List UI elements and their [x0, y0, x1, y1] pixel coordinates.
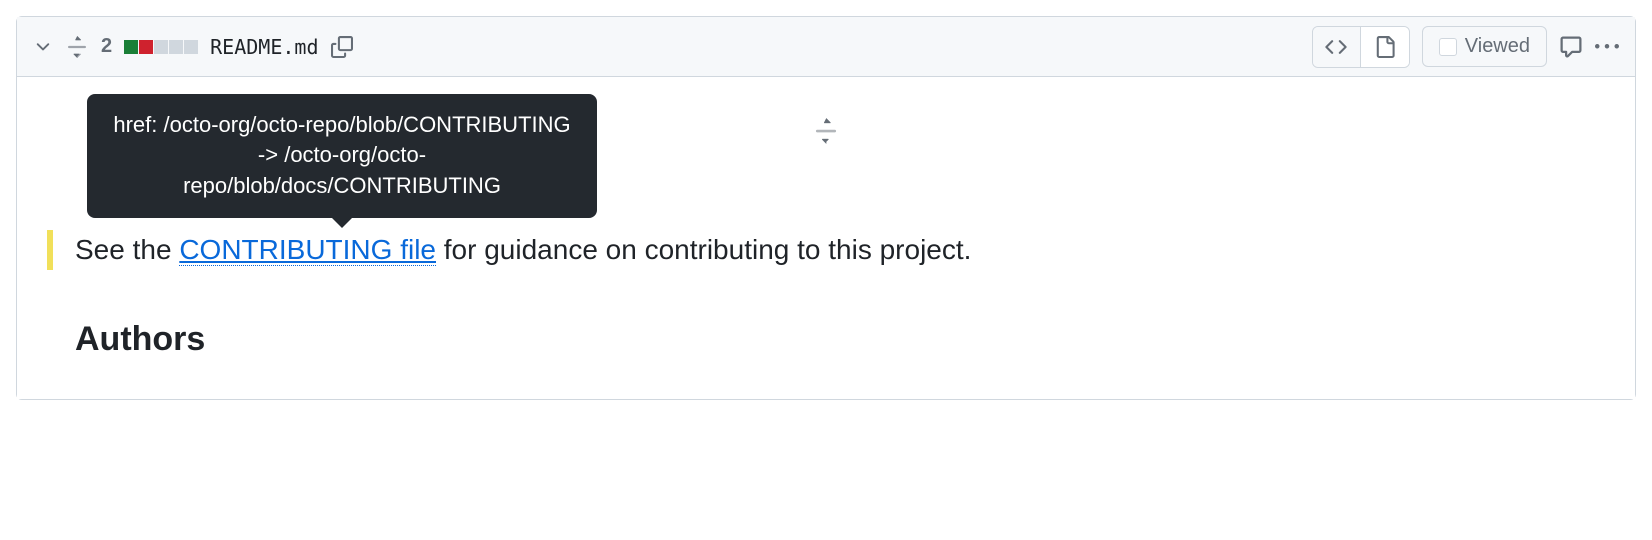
diff-text-prefix: See the — [75, 234, 179, 265]
source-view-button[interactable] — [1313, 27, 1361, 67]
file-header-right: Viewed — [1312, 26, 1619, 68]
file-header-left: 2 README.md — [33, 35, 353, 59]
file-body: See the CONTRIBUTING file for guidance o… — [17, 77, 1635, 399]
diff-line: See the CONTRIBUTING file for guidance o… — [17, 230, 1635, 270]
viewed-checkbox[interactable] — [1439, 38, 1457, 56]
href-diff-tooltip: href: /octo-org/octo-repo/blob/CONTRIBUT… — [87, 94, 597, 218]
diff-block-added — [124, 40, 138, 54]
filename[interactable]: README.md — [210, 35, 318, 59]
comment-icon[interactable] — [1559, 35, 1583, 59]
viewed-label: Viewed — [1465, 35, 1530, 58]
expand-all-icon[interactable] — [65, 35, 89, 59]
diff-block-removed — [139, 40, 153, 54]
viewed-button[interactable]: Viewed — [1422, 26, 1547, 67]
contributing-link[interactable]: CONTRIBUTING file — [179, 234, 436, 266]
diff-block-neutral — [154, 40, 168, 54]
diff-text-suffix: for guidance on contributing to this pro… — [436, 234, 971, 265]
diff-text: See the CONTRIBUTING file for guidance o… — [75, 230, 971, 270]
file-header: 2 README.md — [17, 17, 1635, 77]
diff-block-neutral — [184, 40, 198, 54]
chevron-down-icon[interactable] — [33, 37, 53, 57]
authors-heading: Authors — [17, 270, 1635, 359]
view-toggle-group — [1312, 26, 1410, 68]
file-diff-container: 2 README.md — [16, 16, 1636, 400]
diff-stat-blocks — [124, 40, 198, 54]
diff-change-marker — [47, 230, 53, 270]
rendered-view-button[interactable] — [1361, 27, 1409, 67]
diff-block-neutral — [169, 40, 183, 54]
diff-count: 2 — [101, 35, 112, 58]
copy-path-icon[interactable] — [331, 36, 353, 58]
kebab-menu-icon[interactable] — [1595, 35, 1619, 59]
